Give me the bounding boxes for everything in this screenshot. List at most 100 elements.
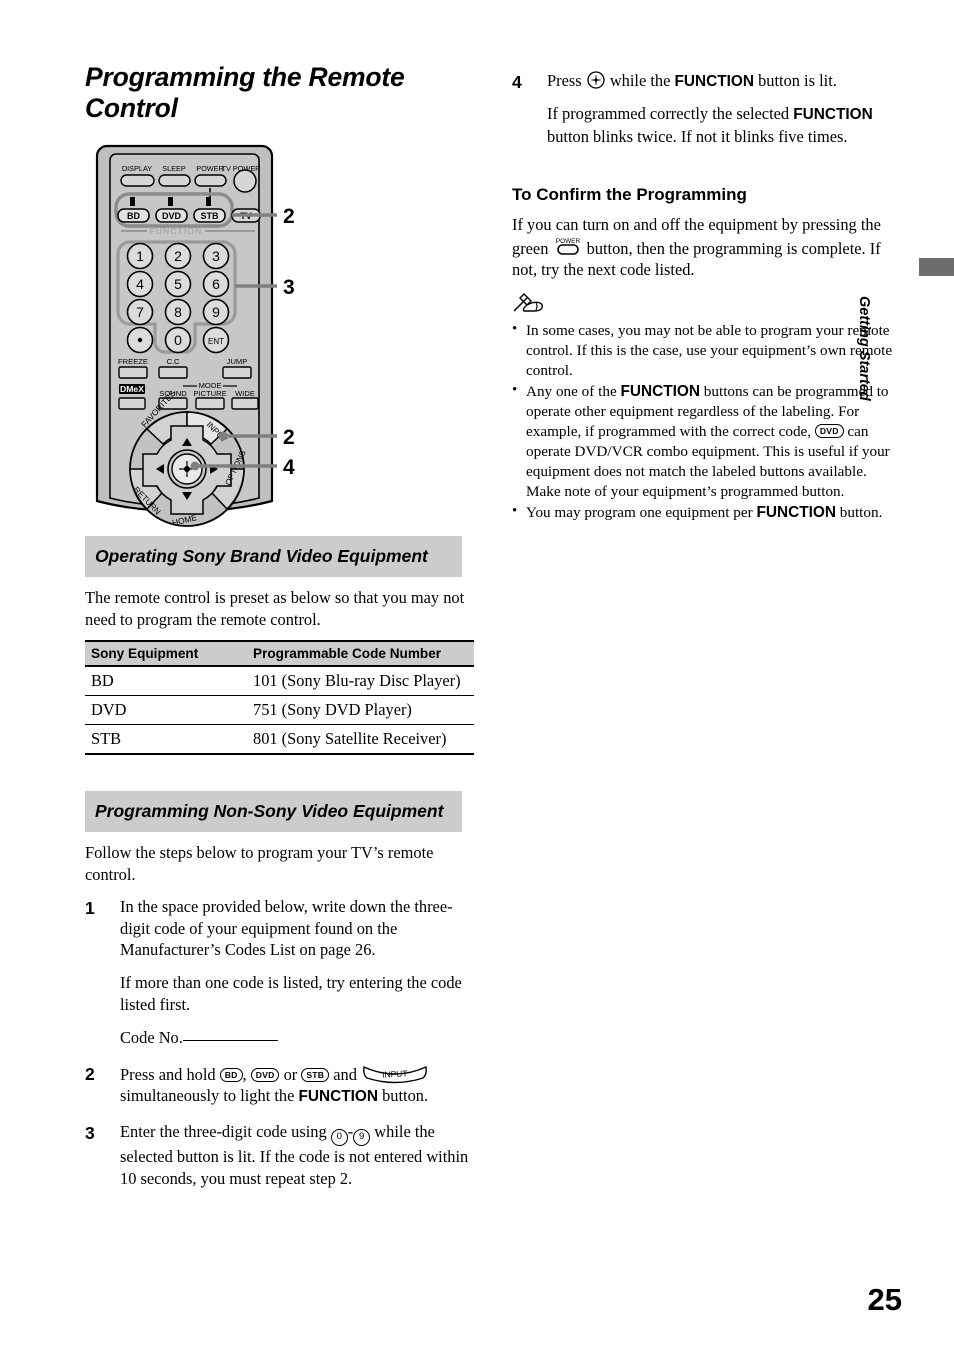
svg-text:0: 0 (174, 332, 182, 348)
step2-t1: Press and hold (120, 1064, 220, 1084)
svg-text:POWER: POWER (555, 238, 580, 245)
step-2-text: Press and hold BD, DVD or STB and INPUT … (120, 1062, 480, 1108)
step-2: 2 Press and hold BD, DVD or STB and INPU… (85, 1062, 480, 1119)
remote-control-diagram: DISPLAY SLEEP POWER TV POWER BD DVD STB … (85, 136, 480, 536)
step-1-number: 1 (85, 897, 95, 918)
step-3: 3 Enter the three-digit code using 0-9 w… (85, 1121, 480, 1201)
svg-text:INPUT: INPUT (382, 1068, 408, 1079)
callout-3: 3 (283, 276, 295, 299)
svg-text:PICTURE: PICTURE (193, 389, 226, 398)
svg-text:7: 7 (136, 304, 144, 320)
step4-t2: while the (605, 71, 675, 90)
table-row: BD 101 (Sony Blu-ray Disc Player) (85, 666, 474, 697)
svg-text:BD: BD (127, 211, 140, 221)
step-4-paragraph-2: If programmed correctly the selected FUN… (547, 103, 902, 147)
note-item: You may program one equipment per FUNCTI… (512, 502, 902, 523)
svg-text:STB: STB (201, 211, 220, 221)
step2-t5: simultaneously to light the (120, 1086, 299, 1106)
svg-text:DISPLAY: DISPLAY (122, 164, 152, 173)
notes-list: In some cases, you may not be able to pr… (512, 320, 902, 523)
step-4-text: Press while the FUNCTION button is lit. (547, 70, 902, 92)
table-row: DVD 751 (Sony DVD Player) (85, 695, 474, 726)
dvd-button-icon: DVD (250, 1067, 280, 1082)
side-tab-label: Getting Started (856, 296, 872, 401)
step-2-number: 2 (85, 1063, 95, 1084)
step-1-paragraph-1: In the space provided below, write down … (120, 896, 453, 960)
remote-illustration-svg: DISPLAY SLEEP POWER TV POWER BD DVD STB … (95, 144, 295, 528)
svg-text:9: 9 (212, 304, 220, 320)
page-number: 25 (867, 1282, 902, 1317)
svg-text:3: 3 (212, 248, 220, 264)
right-column: 4 Press while the FUNCTION button is lit… (512, 70, 902, 524)
function-strong: FUNCTION (756, 503, 836, 521)
svg-text:FUNCTION: FUNCTION (150, 226, 203, 236)
code-no-blank[interactable] (182, 1039, 278, 1041)
nonsony-intro: Follow the steps below to program your T… (85, 843, 434, 884)
manual-page: Programming the Remote Control DISPLAY S… (0, 0, 954, 1356)
svg-text:FREEZE: FREEZE (118, 357, 148, 366)
bd-button-icon: BD (219, 1067, 243, 1082)
cell-code: 801 (Sony Satellite Receiver) (243, 724, 474, 756)
function-strong: FUNCTION (674, 73, 754, 90)
svg-text:JUMP: JUMP (227, 357, 248, 366)
input-button-icon: INPUT (363, 1065, 427, 1083)
table-header-row: Sony Equipment Programmable Code Number (85, 640, 474, 668)
code-no-label: Code No. (120, 1027, 183, 1047)
callout-2-top: 2 (283, 205, 295, 228)
svg-text:WIDE: WIDE (235, 389, 255, 398)
svg-text:DVD: DVD (162, 211, 182, 221)
step4-p2a: If programmed correctly the selected (547, 104, 794, 124)
note-3-t1: You may program one equipment per (526, 503, 757, 521)
step-4-number: 4 (512, 72, 522, 92)
note-item: In some cases, you may not be able to pr… (512, 320, 902, 381)
svg-text:5: 5 (174, 276, 182, 292)
power-button-icon: POWER (555, 238, 580, 255)
step-3-number: 3 (85, 1122, 95, 1143)
svg-text:8: 8 (174, 304, 182, 320)
callout-2-bottom: 2 (283, 426, 295, 449)
cell-equipment: BD (85, 666, 243, 697)
table-header-code: Programmable Code Number (243, 640, 474, 668)
code-no-line: Code No. (120, 1027, 480, 1049)
svg-text:POWER: POWER (196, 164, 224, 173)
left-column: Programming the Remote Control DISPLAY S… (85, 62, 480, 1203)
function-strong: FUNCTION (793, 106, 873, 124)
step4-t1: Press (547, 71, 586, 90)
note-2-t1: Any one of the (526, 382, 621, 400)
step-3-text: Enter the three-digit code using 0-9 whi… (120, 1121, 480, 1190)
cell-equipment: STB (85, 724, 243, 756)
digit-0-button-icon: 0 (330, 1128, 348, 1146)
stb-button-icon: STB (301, 1067, 330, 1082)
select-button-icon (587, 71, 605, 89)
dvd-button-icon: DVD (814, 424, 844, 439)
note-pencil-icon (513, 293, 543, 312)
svg-text:SLEEP: SLEEP (162, 164, 186, 173)
operating-sony-intro: The remote control is preset as below so… (85, 587, 465, 629)
cell-code: 751 (Sony DVD Player) (243, 695, 474, 726)
step4-t3: button is lit. (753, 71, 837, 90)
step4-p2b: button blinks twice. If not it blinks fi… (547, 126, 848, 146)
table-row: STB 801 (Sony Satellite Receiver) (85, 724, 474, 756)
step2-t6: button. (377, 1086, 429, 1106)
section-heading-programming-nonsony: Programming Non-Sony Video Equipment (85, 791, 462, 833)
cell-code: 101 (Sony Blu-ray Disc Player) (243, 666, 474, 697)
svg-text:DMeX: DMeX (120, 384, 144, 394)
confirm-paragraph: If you can turn on and off the equipment… (512, 214, 902, 281)
svg-text:6: 6 (212, 276, 220, 292)
step2-t2: , (242, 1064, 251, 1084)
note-item: Any one of the FUNCTION buttons can be p… (512, 381, 902, 502)
step3-t1: Enter the three-digit code using (120, 1121, 331, 1141)
page-title: Programming the Remote Control (85, 62, 405, 123)
cell-equipment: DVD (85, 695, 243, 726)
svg-text:ENT: ENT (208, 337, 224, 346)
function-strong: FUNCTION (298, 1088, 378, 1106)
function-strong: FUNCTION (620, 382, 700, 400)
step-4: 4 Press while the FUNCTION button is lit… (512, 70, 902, 159)
svg-text:C.C: C.C (166, 357, 180, 366)
step-1: 1 In the space provided below, write dow… (85, 896, 480, 1060)
svg-text:4: 4 (136, 276, 144, 292)
svg-text:1: 1 (136, 248, 144, 264)
table-header-equipment: Sony Equipment (85, 640, 243, 668)
note-1-text: In some cases, you may not be able to pr… (526, 322, 893, 380)
side-tab-marker (919, 258, 954, 276)
